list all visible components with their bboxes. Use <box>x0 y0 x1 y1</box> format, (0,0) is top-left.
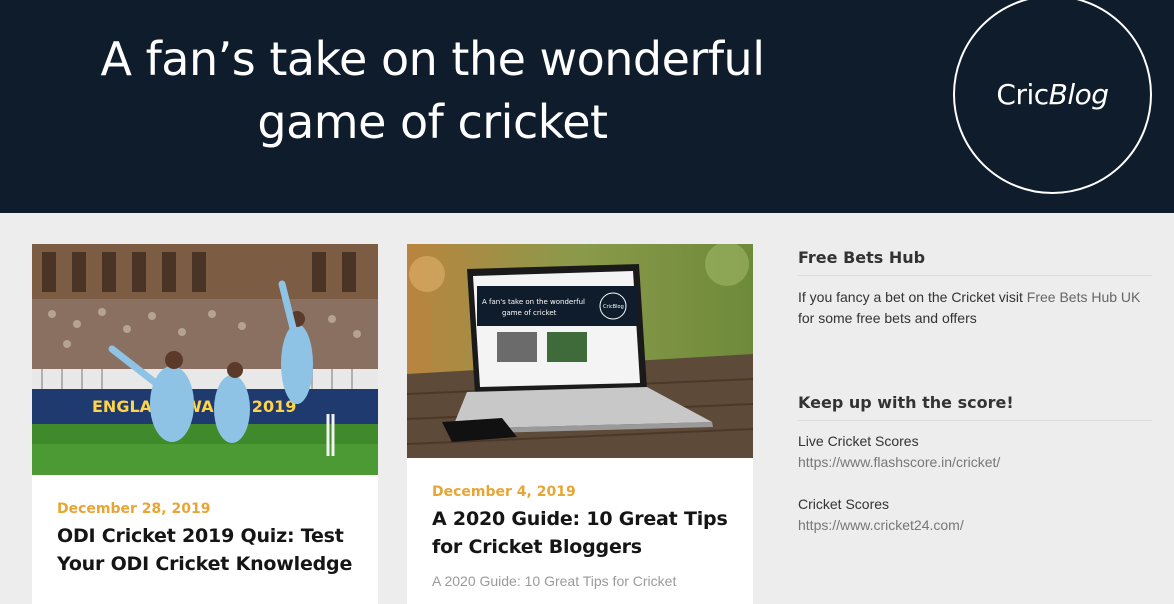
cricket-celebration-image[interactable]: ENGLAND WALES 2019 <box>32 244 378 475</box>
svg-text:ENGLAND WALES 2019: ENGLAND WALES 2019 <box>92 397 296 416</box>
site-header: A fan’s take on the wonderful game of cr… <box>0 0 1174 213</box>
post-title-link[interactable]: A 2020 Guide: 10 Great Tips for Cricket … <box>432 505 732 561</box>
screen-tagline-line-1: A fan's take on the wonderful <box>482 298 585 306</box>
post-card[interactable]: ENGLAND WALES 2019 December 28, 2019 ODI… <box>32 244 378 604</box>
post-title-link[interactable]: ODI Cricket 2019 Quiz: Test Your ODI Cri… <box>57 522 357 578</box>
free-bets-hub-link[interactable]: Free Bets Hub UK <box>1027 289 1141 305</box>
post-excerpt: A 2020 Guide: 10 Great Tips for Cricket <box>432 573 677 589</box>
live-scores-url[interactable]: https://www.flashscore.in/cricket/ <box>798 454 1000 470</box>
logo-text-cric: Cric <box>996 78 1049 111</box>
screen-logo: CricBlog <box>603 304 624 310</box>
widget-text-suffix: for some free bets and offers <box>798 310 977 326</box>
post-date: December 4, 2019 <box>432 484 576 500</box>
widget-text-prefix: If you fancy a bet on the Cricket visit <box>798 289 1027 305</box>
site-tagline: A fan’s take on the wonderful game of cr… <box>60 28 805 154</box>
screen-tagline-line-2: game of cricket <box>502 309 557 317</box>
tagline-line-2: game of cricket <box>257 95 608 149</box>
laptop-image[interactable]: A fan's take on the wonderful game of cr… <box>407 244 753 458</box>
post-date: December 28, 2019 <box>57 501 211 517</box>
cricket-scores-link[interactable]: Cricket Scores <box>798 496 889 512</box>
live-scores-link[interactable]: Live Cricket Scores <box>798 433 919 449</box>
widget-text-free-bets: If you fancy a bet on the Cricket visit … <box>798 287 1158 329</box>
site-logo[interactable]: Cric Blog <box>953 0 1152 194</box>
post-card[interactable]: A fan's take on the wonderful game of cr… <box>407 244 753 604</box>
cricket-scores-url[interactable]: https://www.cricket24.com/ <box>798 517 964 533</box>
widget-title-scores: Keep up with the score! <box>798 393 1152 421</box>
tagline-line-1: A fan’s take on the wonderful <box>100 32 765 86</box>
widget-title-free-bets: Free Bets Hub <box>798 248 1152 276</box>
logo-text-blog: Blog <box>1048 78 1109 111</box>
